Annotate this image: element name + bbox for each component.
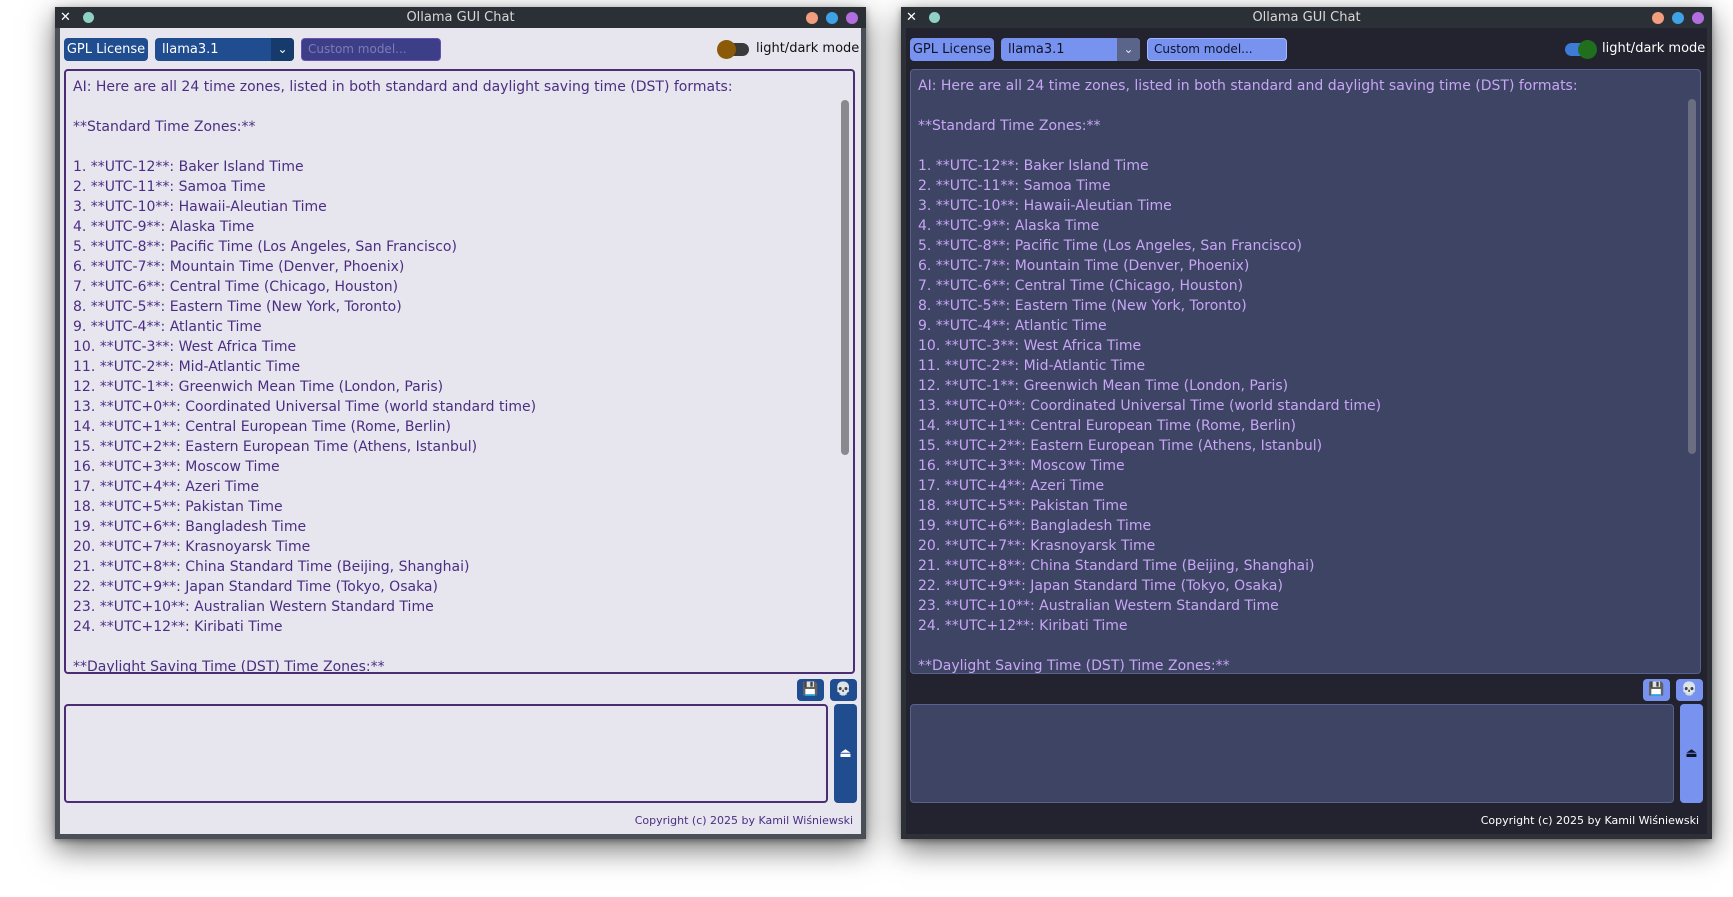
save-chat-button[interactable]: 💾	[1643, 679, 1670, 701]
chevron-down-icon[interactable]: ⌄	[1117, 38, 1140, 61]
close-icon[interactable]: ✕	[58, 10, 73, 25]
window-title: Ollama GUI Chat	[406, 10, 515, 25]
gpl-license-button[interactable]: GPL License	[910, 38, 994, 61]
clear-chat-button[interactable]: 💀	[1676, 679, 1703, 701]
custom-model-input[interactable]: Custom model...	[1147, 38, 1287, 61]
send-icon: ⏏	[1685, 746, 1698, 761]
save-chat-button[interactable]: 💾	[797, 679, 824, 701]
copyright-text: Copyright (c) 2025 by Kamil Wiśniewski	[1480, 814, 1699, 827]
chat-history[interactable]: AI: Here are all 24 time zones, listed i…	[64, 69, 855, 674]
chat-scrollbar[interactable]	[841, 100, 849, 455]
window-title: Ollama GUI Chat	[1252, 10, 1361, 25]
window-body: GPL License llama3.1 ⌄ Custom model... l…	[55, 28, 866, 839]
chat-scrollbar[interactable]	[1688, 99, 1696, 454]
chat-history[interactable]: AI: Here are all 24 time zones, listed i…	[910, 69, 1701, 674]
window-body: GPL License llama3.1 ⌄ Custom model... l…	[901, 28, 1712, 839]
gpl-license-button[interactable]: GPL License	[64, 38, 148, 61]
theme-toggle[interactable]	[717, 40, 749, 59]
theme-toggle[interactable]	[1565, 40, 1597, 59]
title-bar: ✕ Ollama GUI Chat	[901, 7, 1712, 28]
maximize-icon[interactable]	[1672, 12, 1684, 24]
save-icon: 💾	[802, 682, 819, 697]
model-select-value: llama3.1	[162, 42, 219, 57]
message-input[interactable]	[910, 704, 1674, 803]
window-light-mode: ✕ Ollama GUI Chat GPL License llama3.1 ⌄…	[55, 7, 866, 839]
window-dark-mode: ✕ Ollama GUI Chat GPL License llama3.1 ⌄…	[901, 7, 1712, 839]
title-bar: ✕ Ollama GUI Chat	[55, 7, 866, 28]
toggle-knob[interactable]	[717, 40, 736, 59]
send-icon: ⏏	[839, 746, 852, 761]
chat-message-text: AI: Here are all 24 time zones, listed i…	[73, 79, 733, 674]
model-select[interactable]: llama3.1 ⌄	[1001, 38, 1140, 61]
model-select-value: llama3.1	[1008, 42, 1065, 57]
minimize-icon[interactable]	[806, 12, 818, 24]
copyright-text: Copyright (c) 2025 by Kamil Wiśniewski	[634, 814, 853, 827]
custom-model-input[interactable]: Custom model...	[301, 38, 441, 61]
send-button[interactable]: ⏏	[834, 704, 857, 803]
chevron-down-icon[interactable]: ⌄	[271, 38, 294, 61]
toggle-knob[interactable]	[1578, 40, 1597, 59]
theme-toggle-label: light/dark mode	[756, 41, 860, 56]
message-input[interactable]	[64, 704, 828, 803]
maximize-icon[interactable]	[826, 12, 838, 24]
window-close-icon[interactable]	[1692, 12, 1704, 24]
clear-chat-button[interactable]: 💀	[830, 679, 857, 701]
skull-icon: 💀	[835, 682, 852, 697]
theme-toggle-label: light/dark mode	[1602, 41, 1706, 56]
pin-icon[interactable]	[929, 12, 940, 23]
chat-message-text: AI: Here are all 24 time zones, listed i…	[918, 78, 1578, 674]
window-close-icon[interactable]	[846, 12, 858, 24]
model-select[interactable]: llama3.1 ⌄	[155, 38, 294, 61]
skull-icon: 💀	[1681, 682, 1698, 697]
save-icon: 💾	[1648, 682, 1665, 697]
send-button[interactable]: ⏏	[1680, 704, 1703, 803]
minimize-icon[interactable]	[1652, 12, 1664, 24]
close-icon[interactable]: ✕	[904, 10, 919, 25]
pin-icon[interactable]	[83, 12, 94, 23]
